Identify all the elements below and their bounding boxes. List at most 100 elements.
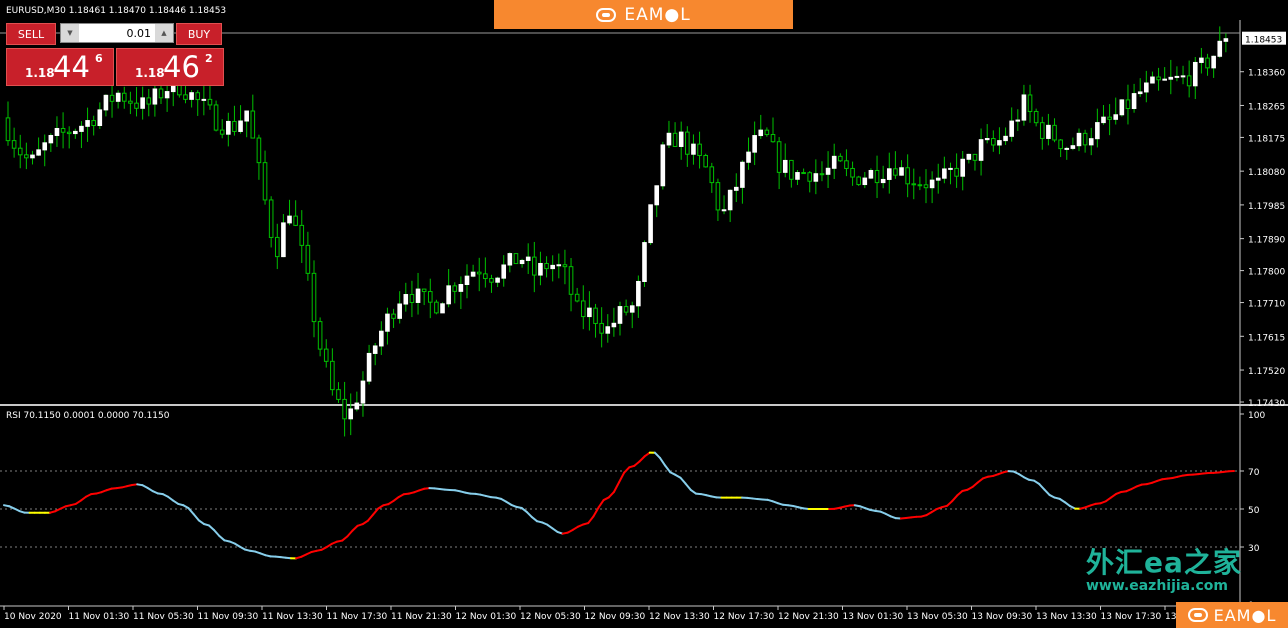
- sell-price-tile[interactable]: 1.18 44 6: [6, 48, 114, 86]
- candle-body: [672, 132, 678, 147]
- candle-body: [115, 92, 121, 102]
- one-click-trade-panel: SELL ▼ 0.01 ▲ BUY 1.18 44 6 1.18 46 2: [6, 21, 224, 86]
- candle-body: [715, 182, 721, 211]
- candle-body: [972, 153, 978, 161]
- buy-price-fraction: 2: [205, 52, 213, 65]
- candle-body: [336, 389, 341, 400]
- candle-body: [1205, 57, 1210, 69]
- time-tick-label: 12 Nov 21:30: [778, 612, 839, 622]
- rsi-segment: [597, 499, 605, 509]
- candle-body: [226, 120, 231, 135]
- time-tick-label: 13 Nov 01:30: [843, 612, 904, 622]
- candle-body: [11, 140, 17, 149]
- candle-body: [1174, 75, 1180, 78]
- candle-body: [36, 149, 41, 156]
- sell-price-fraction: 6: [95, 52, 103, 65]
- sell-button[interactable]: SELL: [6, 23, 56, 45]
- brand-banner-text: EAM●L: [624, 4, 691, 25]
- candle-body: [213, 104, 219, 131]
- buy-button[interactable]: BUY: [176, 23, 222, 45]
- candle-body: [1039, 122, 1045, 139]
- candle-body: [1162, 78, 1167, 81]
- candle-body: [121, 92, 127, 102]
- candle-body: [813, 173, 819, 182]
- price-tick-label: 1.17890: [1248, 236, 1285, 246]
- candle-body: [1107, 116, 1112, 120]
- candle-body: [984, 138, 990, 141]
- candle-body: [905, 167, 910, 185]
- candle-body: [268, 199, 274, 238]
- candle-body: [97, 109, 103, 127]
- candle-body: [874, 169, 880, 184]
- candle-body: [79, 125, 84, 132]
- lot-size-stepper[interactable]: ▼ 0.01 ▲: [60, 23, 174, 43]
- candle-body: [427, 291, 433, 303]
- candle-body: [195, 92, 201, 101]
- candle-body: [317, 321, 323, 350]
- candle-body: [691, 143, 696, 155]
- sell-price-pips: 44: [53, 50, 90, 84]
- price-tick-label: 1.18360: [1248, 69, 1285, 79]
- rsi-segment: [346, 529, 354, 538]
- candle-body: [232, 120, 237, 132]
- rsi-segment: [623, 466, 631, 474]
- candle-body: [856, 176, 861, 186]
- candle-body: [1052, 124, 1057, 141]
- candle-body: [532, 256, 537, 276]
- candle-body: [1058, 139, 1063, 150]
- candle-body: [1015, 119, 1021, 122]
- candle-body: [1027, 94, 1033, 112]
- lot-size-input[interactable]: 0.01: [79, 27, 155, 40]
- candle-body: [770, 134, 776, 143]
- candle-body: [519, 259, 525, 265]
- candle-body: [1168, 76, 1174, 80]
- rsi-segment: [525, 510, 533, 519]
- candle-body: [911, 183, 917, 186]
- candle-body: [844, 160, 849, 169]
- candle-body: [244, 110, 249, 122]
- candle-body: [703, 154, 708, 168]
- candle-body: [495, 277, 500, 283]
- candle-body: [562, 264, 568, 268]
- candle-body: [470, 271, 476, 277]
- watermark-url: www.eazhijia.com: [1086, 578, 1228, 594]
- candle-body: [929, 179, 935, 189]
- time-axis: 10 Nov 2020 11 Nov 01:30 11 Nov 05:30 11 No…: [3, 606, 1198, 622]
- rsi-segment: [607, 491, 615, 499]
- candle-body: [189, 92, 194, 100]
- candle-body: [868, 169, 874, 179]
- rsi-segment: [192, 513, 200, 522]
- candle-body: [128, 100, 133, 104]
- candle-body: [17, 147, 23, 156]
- candlestick-series: [5, 26, 1229, 437]
- candle-body: [256, 137, 262, 164]
- candle-body: [960, 158, 966, 177]
- time-tick-label: 11 Nov 13:30: [262, 612, 323, 622]
- candle-body: [801, 172, 806, 175]
- candle-body: [1003, 135, 1008, 142]
- symbol-info-label: EURUSD,M30 1.18461 1.18470 1.18446 1.184…: [6, 6, 226, 16]
- time-tick-label: 12 Nov 01:30: [456, 612, 517, 622]
- rsi-segment: [971, 481, 979, 488]
- brand-logo-icon: [596, 7, 617, 22]
- rsi-segment: [638, 455, 646, 463]
- current-price-label: 1.18453: [1245, 36, 1282, 46]
- candle-body: [727, 189, 733, 211]
- candle-body: [146, 97, 152, 105]
- buy-price-tile[interactable]: 1.18 46 2: [116, 48, 224, 86]
- time-tick-label: 12 Nov 05:30: [520, 612, 581, 622]
- candle-body: [1223, 38, 1229, 42]
- time-tick-label: 12 Nov 17:30: [714, 612, 775, 622]
- rsi-segment: [612, 481, 620, 494]
- lot-decrease-icon[interactable]: ▼: [61, 24, 79, 42]
- candle-body: [476, 271, 482, 275]
- time-tick-label: 11 Nov 21:30: [391, 612, 452, 622]
- candle-body: [636, 280, 641, 307]
- lot-increase-icon[interactable]: ▲: [155, 24, 173, 42]
- price-tick-label: 1.17985: [1248, 202, 1285, 212]
- rsi-indicator-label: RSI 70.1150 0.0001 0.0000 70.1150: [6, 411, 170, 421]
- candle-body: [886, 168, 892, 180]
- candle-body: [1070, 145, 1076, 149]
- candle-body: [1192, 61, 1198, 87]
- candle-body: [207, 98, 213, 106]
